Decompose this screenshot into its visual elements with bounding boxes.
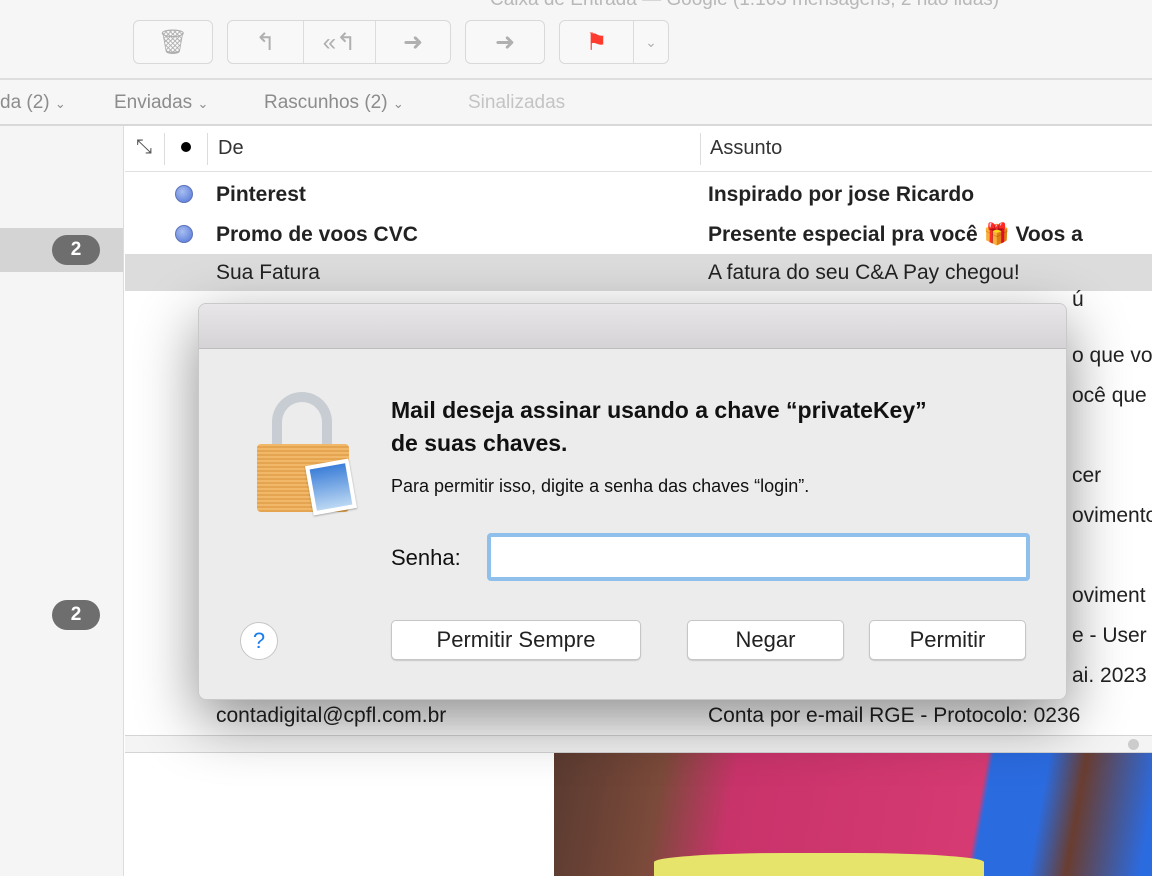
chevron-down-icon: ⌄ xyxy=(197,96,209,111)
favorites-bar: da (2) ⌄ Enviadas ⌄ Rascunhos (2) ⌄ Sina… xyxy=(0,80,1152,126)
divider xyxy=(700,133,701,165)
image-detail xyxy=(654,853,984,876)
heading-line: Mail deseja assinar usando a chave “priv… xyxy=(391,397,927,423)
split-divider[interactable] xyxy=(125,735,1152,753)
divider xyxy=(207,133,208,165)
fav-label: Rascunhos (2) xyxy=(264,92,388,113)
stamp xyxy=(304,458,358,516)
thread-sort-icon[interactable]: ⤡ xyxy=(136,136,152,159)
keychain-dialog: Mail deseja assinar usando a chave “priv… xyxy=(198,303,1067,700)
message-subject: Conta por e-mail RGE - Protocolo: 0236 xyxy=(708,704,1081,727)
chevron-down-icon: ⌄ xyxy=(645,33,657,50)
fav-label: Enviadas xyxy=(114,92,193,113)
reply-icon: ↰ xyxy=(255,28,276,56)
message-subject-fragment: oviment xyxy=(1072,584,1146,607)
message-subject: Inspirado por jose Ricardo xyxy=(708,183,975,206)
forward-icon: ➜ xyxy=(402,28,424,56)
message-from: contadigital@cpfl.com.br xyxy=(216,704,447,727)
redirect-button[interactable]: ➜ xyxy=(465,20,545,64)
message-subject-fragment: ocê que xyxy=(1072,384,1147,407)
password-input[interactable] xyxy=(487,533,1030,581)
message-subject-fragment: ai. 2023 xyxy=(1072,664,1147,687)
redirect-icon: ➜ xyxy=(494,28,516,56)
chevron-down-icon: ⌄ xyxy=(392,96,404,111)
forward-button[interactable]: ➜ xyxy=(376,21,450,63)
dialog-message: Para permitir isso, digite a senha das c… xyxy=(391,476,810,496)
help-button[interactable]: ? xyxy=(240,622,278,660)
window-title: Caixa de Entrada — Google (1.163 mensage… xyxy=(490,0,999,11)
unread-badge: 2 xyxy=(52,600,100,630)
lock-mail-icon xyxy=(253,392,365,516)
column-header: ⤡ De Assunto xyxy=(125,127,1152,172)
message-from: Pinterest xyxy=(216,183,306,206)
fav-sent[interactable]: Enviadas ⌄ xyxy=(114,92,208,114)
chevron-down-icon: ⌄ xyxy=(54,96,66,111)
message-subject: A fatura do seu C&A Pay chegou! xyxy=(708,261,1020,284)
delete-button[interactable]: 🗑 xyxy=(133,20,213,64)
flag-button[interactable]: ⚑ xyxy=(560,21,634,63)
message-row[interactable]: contadigital@cpfl.com.br Conta por e-mai… xyxy=(125,696,1152,736)
dialog-titlebar xyxy=(199,304,1066,349)
message-subject-fragment: o que vo xyxy=(1072,344,1152,367)
password-label: Senha: xyxy=(391,545,461,570)
message-subject-fragment: ú xyxy=(1072,288,1084,311)
fav-drafts[interactable]: Rascunhos (2) ⌄ xyxy=(264,92,404,114)
fav-label: da (2) xyxy=(0,92,50,113)
dialog-heading: Mail deseja assinar usando a chave “priv… xyxy=(391,394,927,460)
unread-dot-icon xyxy=(175,225,193,243)
column-subject[interactable]: Assunto xyxy=(710,137,782,160)
allow-button[interactable]: Permitir xyxy=(869,620,1026,660)
message-subject-fragment: e - User xyxy=(1072,624,1147,647)
flag-group: ⚑ ⌄ xyxy=(559,20,669,64)
reply-group: ↰ «↰ ➜ xyxy=(227,20,451,64)
fav-flagged[interactable]: Sinalizadas xyxy=(468,92,565,114)
unread-column-icon[interactable] xyxy=(181,142,191,152)
divider xyxy=(164,133,165,165)
column-from[interactable]: De xyxy=(218,137,244,160)
reply-button[interactable]: ↰ xyxy=(228,21,304,63)
message-subject-fragment: ovimento xyxy=(1072,504,1152,527)
deny-button[interactable]: Negar xyxy=(687,620,844,660)
message-row[interactable]: Promo de voos CVC Presente especial pra … xyxy=(125,215,1152,255)
message-from: Sua Fatura xyxy=(216,261,320,284)
email-preview-image xyxy=(554,753,1152,876)
divider-handle-icon[interactable] xyxy=(1128,739,1139,750)
unread-badge: 2 xyxy=(52,235,100,265)
always-allow-button[interactable]: Permitir Sempre xyxy=(391,620,641,660)
fav-inbox[interactable]: da (2) ⌄ xyxy=(0,92,66,114)
heading-line: de suas chaves. xyxy=(391,430,568,456)
message-row-selected[interactable]: Sua Fatura A fatura do seu C&A Pay chego… xyxy=(125,254,1152,291)
unread-dot-icon xyxy=(175,185,193,203)
message-from: Promo de voos CVC xyxy=(216,223,418,246)
message-row[interactable]: Pinterest Inspirado por jose Ricardo xyxy=(125,175,1152,215)
message-subject-fragment: cer xyxy=(1072,464,1102,487)
toolbar: Caixa de Entrada — Google (1.163 mensage… xyxy=(0,0,1152,80)
trash-icon: 🗑 xyxy=(157,28,189,56)
flag-menu-button[interactable]: ⌄ xyxy=(634,21,668,63)
reply-all-icon: «↰ xyxy=(322,28,357,56)
message-subject: Presente especial pra você 🎁 Voos a xyxy=(708,223,1083,246)
reply-all-button[interactable]: «↰ xyxy=(304,21,376,63)
flag-icon: ⚑ xyxy=(585,28,608,56)
sidebar: 2 2 xyxy=(0,126,124,876)
